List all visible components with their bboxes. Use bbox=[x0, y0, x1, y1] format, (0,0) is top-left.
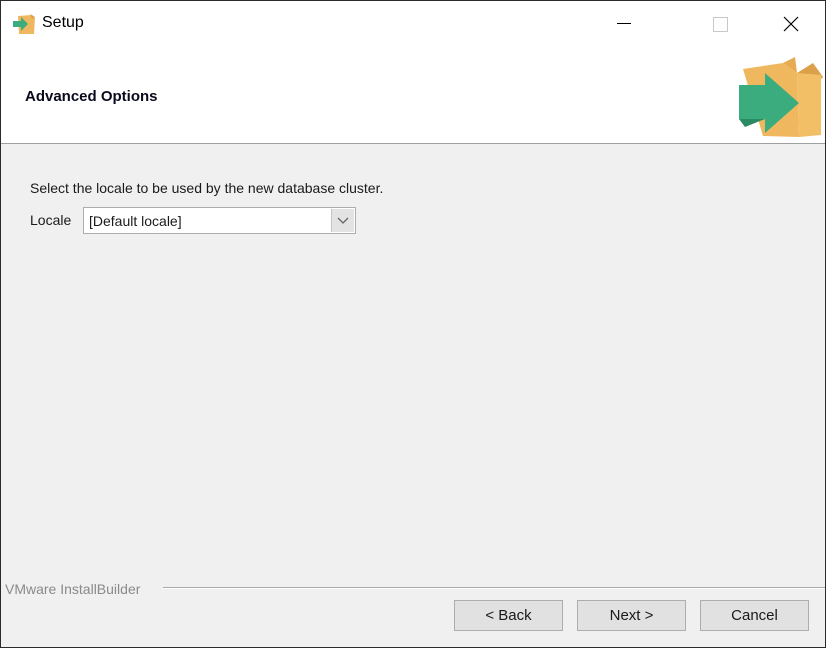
brand-label: VMware InstallBuilder bbox=[5, 581, 141, 597]
back-button[interactable]: < Back bbox=[454, 600, 563, 631]
locale-dropdown-button[interactable] bbox=[331, 209, 354, 232]
close-button[interactable] bbox=[763, 1, 819, 47]
chevron-down-icon bbox=[337, 217, 349, 224]
title-bar[interactable]: Setup bbox=[1, 1, 825, 47]
app-icon bbox=[13, 14, 35, 34]
cancel-button[interactable]: Cancel bbox=[700, 600, 809, 631]
setup-window: Setup Advanced Options Select the locale… bbox=[0, 0, 826, 648]
locale-label: Locale bbox=[30, 212, 72, 228]
content-area: Select the locale to be used by the new … bbox=[1, 144, 825, 584]
locale-select[interactable]: [Default locale] bbox=[83, 207, 356, 234]
page-title: Advanced Options bbox=[25, 88, 158, 105]
next-button[interactable]: Next > bbox=[577, 600, 686, 631]
page-header: Advanced Options bbox=[1, 47, 825, 144]
maximize-button[interactable] bbox=[692, 1, 748, 47]
maximize-icon bbox=[712, 16, 728, 32]
minimize-icon bbox=[617, 23, 631, 24]
window-title: Setup bbox=[42, 14, 84, 31]
close-icon bbox=[783, 16, 799, 32]
installer-logo-icon bbox=[739, 57, 823, 137]
locale-description: Select the locale to be used by the new … bbox=[30, 180, 384, 196]
footer-divider bbox=[163, 587, 825, 589]
minimize-button[interactable] bbox=[596, 1, 652, 47]
locale-select-value: [Default locale] bbox=[89, 213, 182, 229]
